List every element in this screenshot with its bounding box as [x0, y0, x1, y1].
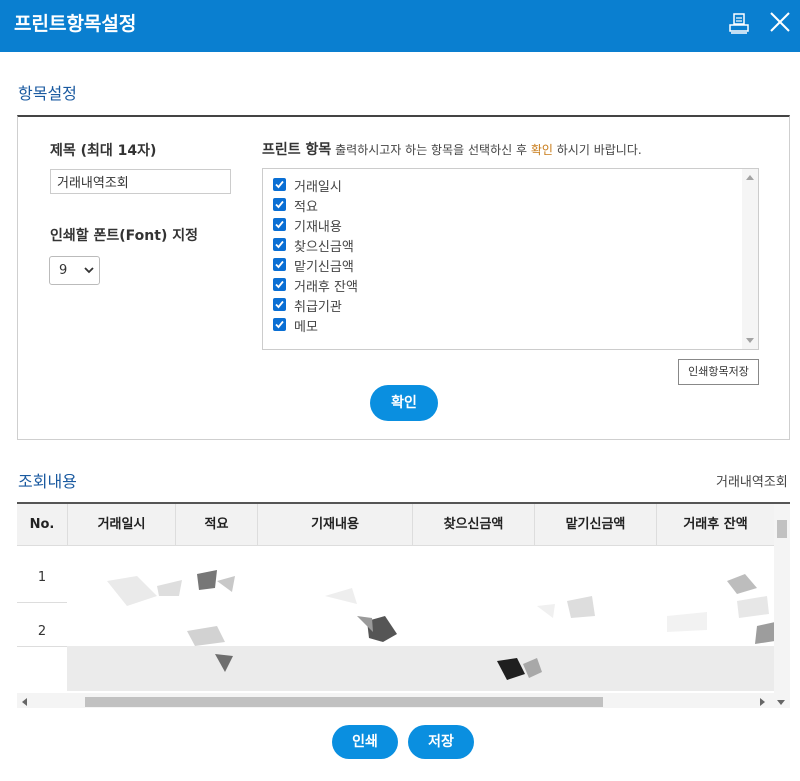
print-item-label: 맡기신금액 [294, 260, 354, 275]
print-items-scrollbar[interactable] [742, 169, 758, 349]
checkbox-checked-icon[interactable] [273, 298, 286, 311]
print-items-list: 거래일시 적요 기재내용 찾으신금액 맡기신금액 거래후 잔액 취급기관 메모 [262, 168, 759, 350]
scroll-left-icon[interactable] [22, 698, 27, 706]
font-size-select[interactable]: 9 [49, 256, 100, 285]
checkbox-checked-icon[interactable] [273, 238, 286, 251]
hint-accent: 확인 [530, 143, 553, 157]
row-divider [17, 602, 67, 603]
hint-suffix: 하시기 바랍니다. [556, 143, 642, 157]
row-number: 1 [37, 570, 47, 585]
horizontal-scroll-thumb[interactable] [85, 697, 603, 707]
grid-vertical-scrollbar[interactable] [774, 504, 790, 694]
column-header-no: No. [17, 504, 68, 546]
hint-prefix: 출력하시고자 하는 항목을 선택하신 후 [335, 143, 528, 157]
settings-section-title: 항목설정 [18, 84, 77, 103]
checkbox-checked-icon[interactable] [273, 258, 286, 271]
title-bar: 프린트항목설정 [0, 0, 800, 52]
checkbox-checked-icon[interactable] [273, 198, 286, 211]
vertical-scroll-thumb[interactable] [777, 520, 787, 538]
scroll-up-icon[interactable] [746, 175, 754, 180]
printer-icon[interactable] [728, 13, 750, 35]
checkbox-checked-icon[interactable] [273, 218, 286, 231]
font-size-value: 9 [59, 263, 68, 278]
column-header-description: 기재내용 [258, 504, 413, 546]
save-print-items-button[interactable]: 인쇄항목저장 [678, 359, 759, 385]
column-header-deposit: 맡기신금액 [535, 504, 657, 546]
print-items-label: 프린트 항목 [262, 142, 332, 158]
print-item-label: 찾으신금액 [294, 240, 354, 255]
row-divider [17, 646, 67, 647]
column-header-withdrawal: 찾으신금액 [413, 504, 535, 546]
print-item-label: 거래일시 [294, 180, 342, 195]
column-header-summary: 적요 [176, 504, 258, 546]
checkbox-checked-icon[interactable] [273, 318, 286, 331]
transaction-grid: No. 거래일시 적요 기재내용 찾으신금액 맡기신금액 거래후 잔액 1 2 [17, 502, 790, 708]
chevron-down-icon [84, 267, 94, 274]
confirm-button[interactable]: 확인 [370, 385, 438, 421]
save-button[interactable]: 저장 [408, 725, 474, 759]
print-item-label: 거래후 잔액 [294, 280, 358, 295]
print-items-hint: 프린트 항목 출력하시고자 하는 항목을 선택하신 후 확인 하시기 바랍니다. [262, 139, 642, 159]
print-item-label: 적요 [294, 200, 318, 215]
grid-header: No. 거래일시 적요 기재내용 찾으신금액 맡기신금액 거래후 잔액 [17, 504, 774, 546]
print-item-label: 메모 [294, 320, 318, 335]
print-item-label: 취급기관 [294, 300, 342, 315]
column-header-balance: 거래후 잔액 [683, 517, 748, 532]
scroll-right-icon[interactable] [760, 698, 765, 706]
grid-horizontal-scrollbar[interactable] [17, 693, 790, 708]
settings-panel: 제목 (최대 14자) 인쇄할 폰트(Font) 지정 9 프린트 항목 출력하… [17, 115, 790, 440]
scroll-down-icon[interactable] [746, 338, 754, 343]
scroll-down-icon[interactable] [777, 700, 785, 705]
window-title: 프린트항목설정 [14, 13, 137, 35]
row-number: 2 [37, 624, 47, 639]
column-header-datetime: 거래일시 [68, 504, 176, 546]
close-icon[interactable] [768, 10, 792, 34]
title-input[interactable] [50, 169, 231, 194]
font-label: 인쇄할 폰트(Font) 지정 [50, 228, 198, 244]
print-button[interactable]: 인쇄 [332, 725, 398, 759]
title-label: 제목 (최대 14자) [50, 143, 157, 159]
query-section-title: 조회내용 [18, 472, 77, 491]
checkbox-checked-icon[interactable] [273, 278, 286, 291]
print-item-label: 기재내용 [294, 220, 342, 235]
query-report-title: 거래내역조회 [716, 475, 788, 490]
checkbox-checked-icon[interactable] [273, 178, 286, 191]
redacted-rows [67, 546, 775, 691]
